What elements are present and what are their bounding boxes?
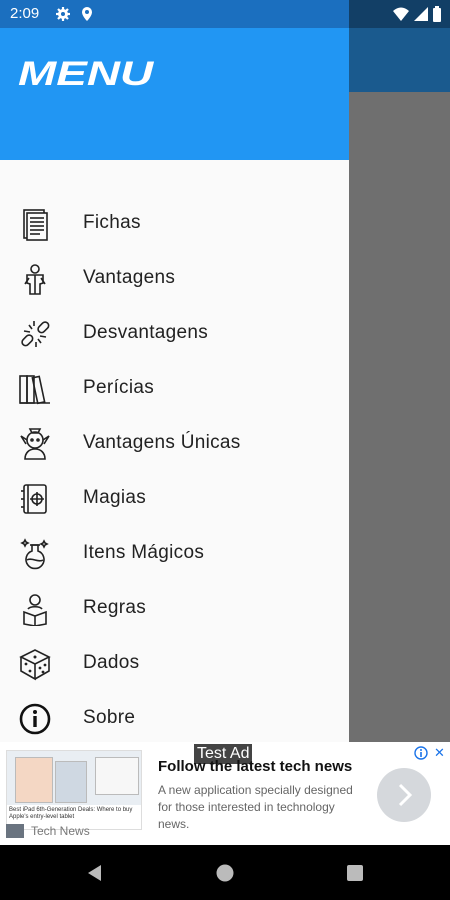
status-bar: 2:09 bbox=[0, 0, 450, 28]
menu-item-label: Perícias bbox=[83, 377, 155, 398]
spellbook-icon bbox=[21, 484, 47, 514]
recents-icon[interactable] bbox=[346, 864, 364, 882]
reader-icon bbox=[23, 594, 47, 626]
menu-item-sobre[interactable]: Sobre bbox=[0, 692, 349, 747]
hero-icon bbox=[24, 264, 46, 295]
wifi-icon bbox=[393, 7, 409, 21]
broken-chain-icon bbox=[21, 321, 50, 347]
menu-item-label: Vantagens Únicas bbox=[83, 432, 241, 453]
menu-item-regras[interactable]: Regras bbox=[0, 582, 349, 637]
system-navigation-bar bbox=[0, 845, 450, 900]
tablet-image bbox=[55, 761, 87, 803]
drawer-title: MENU bbox=[18, 55, 154, 93]
dice-icon bbox=[19, 649, 51, 681]
tablet-image bbox=[95, 757, 139, 795]
menu-item-pericias[interactable]: Perícias bbox=[0, 362, 349, 417]
ad-source-icon bbox=[6, 824, 24, 838]
menu-item-vantagens[interactable]: Vantagens bbox=[0, 252, 349, 307]
signal-icon bbox=[414, 7, 428, 21]
potion-icon bbox=[20, 538, 49, 570]
menu-item-vantagens-unicas[interactable]: Vantagens Únicas bbox=[0, 417, 349, 472]
menu-item-dados[interactable]: Dados bbox=[0, 637, 349, 692]
ad-banner[interactable]: Best iPad 6th-Generation Deals: Where to… bbox=[0, 742, 450, 845]
elf-icon bbox=[20, 428, 50, 460]
status-bar-left bbox=[0, 0, 349, 28]
books-icon bbox=[19, 375, 50, 405]
navigation-drawer: MENU Fichas Vantagens Desvantagens Períc… bbox=[0, 0, 349, 742]
menu-item-label: Fichas bbox=[83, 212, 141, 233]
ad-open-button[interactable] bbox=[377, 768, 431, 822]
document-icon bbox=[23, 209, 48, 241]
menu-item-label: Itens Mágicos bbox=[83, 542, 205, 563]
menu-item-magias[interactable]: Magias bbox=[0, 472, 349, 527]
menu-item-label: Vantagens bbox=[83, 267, 176, 288]
chevron-right-icon bbox=[398, 783, 413, 807]
back-icon[interactable] bbox=[86, 864, 104, 882]
menu-item-itens-magicos[interactable]: Itens Mágicos bbox=[0, 527, 349, 582]
home-icon[interactable] bbox=[216, 864, 234, 882]
clock: 2:09 bbox=[10, 5, 40, 22]
ad-body: A new application specially designed for… bbox=[158, 783, 353, 831]
ad-choices-icon[interactable] bbox=[414, 746, 428, 760]
menu-item-label: Dados bbox=[83, 652, 140, 673]
ad-close-icon[interactable]: ✕ bbox=[434, 745, 445, 761]
menu-item-fichas[interactable]: Fichas bbox=[0, 197, 349, 252]
menu-item-desvantagens[interactable]: Desvantagens bbox=[0, 307, 349, 362]
ad-source: Tech News bbox=[31, 824, 90, 838]
info-icon bbox=[19, 703, 51, 735]
drawer-header bbox=[0, 28, 349, 160]
location-icon bbox=[82, 7, 92, 21]
ad-headline[interactable]: Follow the latest tech news bbox=[158, 758, 352, 775]
menu-item-label: Regras bbox=[83, 597, 147, 618]
ad-image[interactable]: Best iPad 6th-Generation Deals: Where to… bbox=[6, 750, 142, 830]
menu-item-label: Magias bbox=[83, 487, 147, 508]
battery-icon bbox=[433, 6, 441, 22]
settings-icon bbox=[56, 7, 70, 21]
menu-item-label: Desvantagens bbox=[83, 322, 209, 343]
tablet-image bbox=[15, 757, 53, 803]
menu-item-label: Sobre bbox=[83, 707, 136, 728]
